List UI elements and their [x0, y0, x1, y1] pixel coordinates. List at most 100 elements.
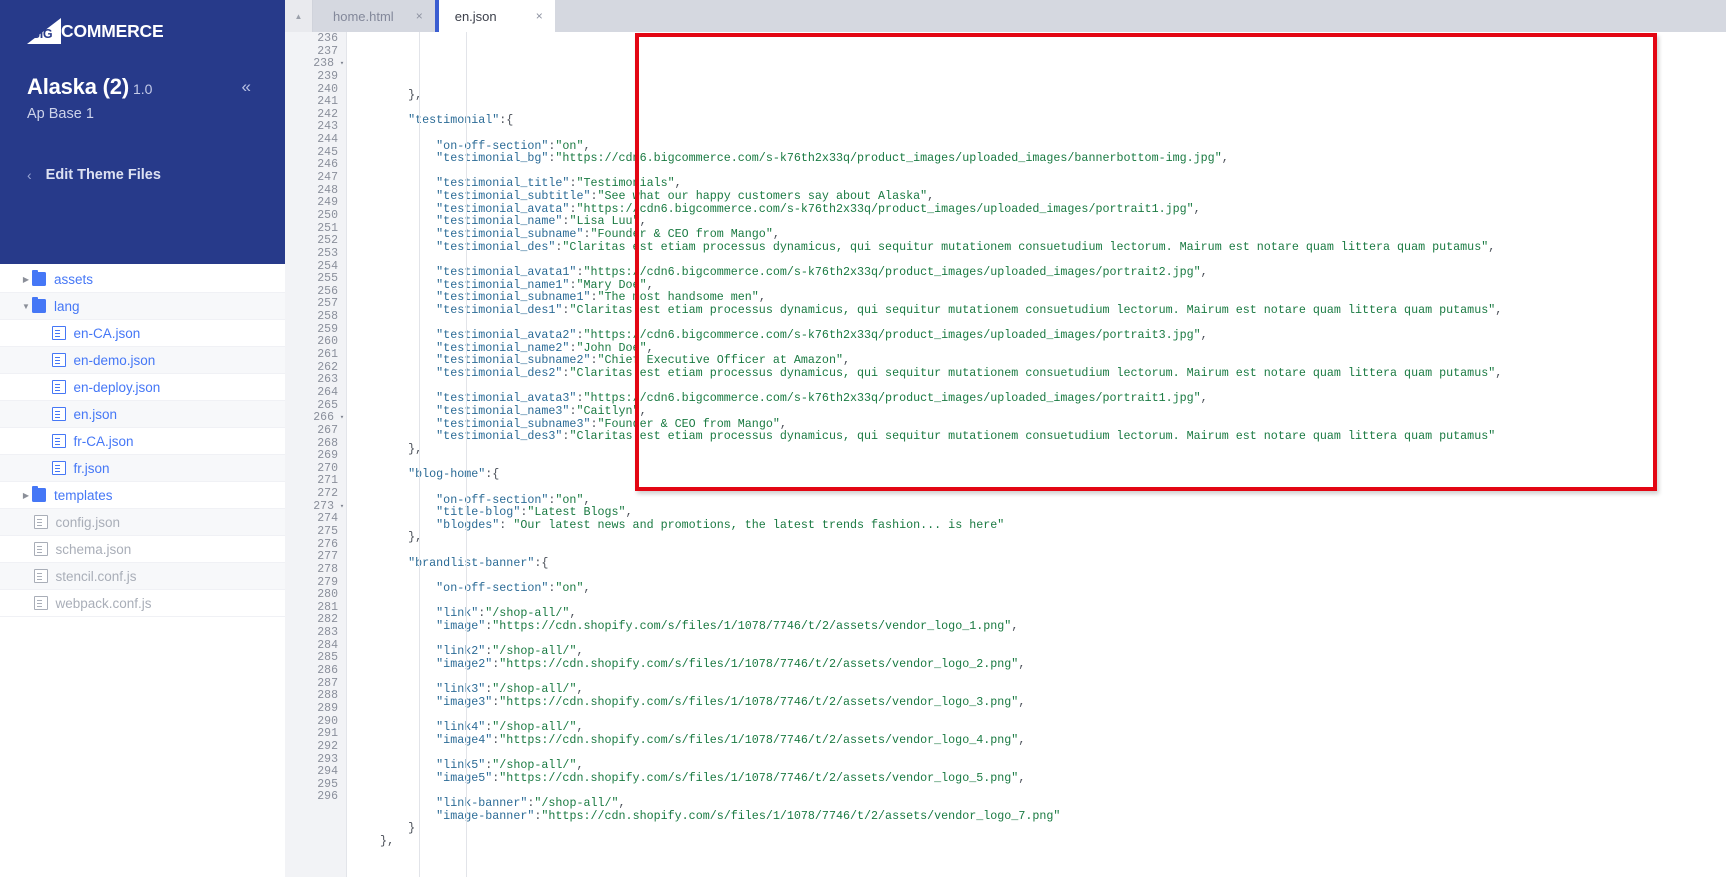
- tree-item-schema-json[interactable]: schema.json: [0, 536, 285, 563]
- line-number: 283: [317, 626, 338, 640]
- folder-icon: [32, 296, 46, 313]
- file-icon: [51, 407, 66, 421]
- tree-item-label: webpack.conf.js: [55, 595, 152, 611]
- code-line: "image3":"https://cdn.shopify.com/s/file…: [436, 694, 1026, 709]
- tree-item-en-json[interactable]: en.json: [0, 401, 285, 428]
- tree-item-templates[interactable]: ▶ templates: [0, 482, 285, 509]
- tree-item-label: templates: [54, 487, 113, 503]
- line-number: 261: [317, 348, 338, 362]
- code-line: "brandlist-banner":{: [408, 555, 549, 570]
- tree-item-label: schema.json: [55, 541, 132, 557]
- line-number: 239: [317, 69, 338, 83]
- file-icon: [33, 569, 48, 583]
- line-number: 292: [317, 739, 338, 753]
- sidebar: BIG COMMERCE Alaska (2) 1.0 Ap Base 1 « ‹…: [0, 0, 285, 877]
- code-editor[interactable]: 236 237 238 ▾ 239 240 241 242 243 244 245 246 247 248…: [285, 32, 1726, 877]
- line-number: 241: [317, 95, 338, 109]
- editor-pane: ▲ home.html × en.json × 236 237 238 ▾ 239 240 241…: [285, 0, 1726, 877]
- tab-close-icon[interactable]: ×: [536, 9, 543, 23]
- line-number: 255: [317, 272, 338, 286]
- folder-icon: [32, 485, 46, 502]
- code-line: "image":"https://cdn.shopify.com/s/files…: [436, 618, 1019, 633]
- code-line: }: [352, 821, 416, 836]
- line-number-gutter: 236 237 238 ▾ 239 240 241 242 243 244 245 246 247 248…: [285, 32, 347, 877]
- chevron-left-icon: ‹: [27, 167, 32, 183]
- line-number: 278: [317, 562, 338, 576]
- tree-item-en-ca-json[interactable]: en-CA.json: [0, 320, 285, 347]
- code-line: "image4":"https://cdn.shopify.com/s/file…: [436, 732, 1026, 747]
- tab-close-icon[interactable]: ×: [416, 9, 423, 23]
- edit-theme-files-link[interactable]: ‹ Edit Theme Files: [27, 167, 161, 183]
- line-number: 272: [317, 487, 338, 501]
- theme-name: Alaska (2): [27, 74, 129, 99]
- theme-subtitle: Ap Base 1: [27, 106, 94, 122]
- tree-item-webpack-conf-js[interactable]: webpack.conf.js: [0, 590, 285, 617]
- collapse-sidebar-icon[interactable]: «: [242, 78, 251, 95]
- tree-item-fr-ca-json[interactable]: fr-CA.json: [0, 428, 285, 455]
- code-line: "blog-home":{: [408, 467, 500, 482]
- gutter-collapse-icon[interactable]: ▲: [285, 0, 313, 32]
- line-number: 291: [317, 727, 338, 741]
- line-number: 250: [317, 208, 338, 222]
- editor-tab-home-html[interactable]: home.html ×: [313, 0, 435, 32]
- code-line: "testimonial_des2":"Claritas est etiam p…: [436, 366, 1503, 381]
- line-number: 277: [317, 550, 338, 564]
- code-line: },: [352, 530, 423, 545]
- code-line: },: [352, 441, 423, 456]
- line-number: 296: [317, 790, 338, 804]
- line-number: 267: [317, 423, 338, 437]
- code-line: "on-off-section":"on",: [436, 580, 591, 595]
- tree-item-label: fr-CA.json: [73, 433, 134, 449]
- theme-file-editor-page: BIG COMMERCE Alaska (2) 1.0 Ap Base 1 « ‹…: [0, 0, 1726, 877]
- fold-toggle-icon[interactable]: ▾: [338, 412, 346, 425]
- code-content[interactable]: }, "testimonial":{ "on-off-section":"on"…: [347, 32, 1726, 877]
- tree-item-assets[interactable]: ▶ assets: [0, 266, 285, 293]
- theme-title-row: Alaska (2) 1.0: [27, 74, 152, 100]
- line-number: 264: [317, 385, 338, 399]
- code-line: "blogdes": "Our latest news and promotio…: [436, 517, 1005, 532]
- code-line: },: [352, 833, 395, 848]
- tree-item-label: assets: [54, 271, 94, 287]
- fold-toggle-icon[interactable]: ▾: [338, 501, 346, 514]
- line-number: 269: [317, 449, 338, 463]
- line-number: 280: [317, 588, 338, 602]
- tree-item-config-json[interactable]: config.json: [0, 509, 285, 536]
- logo-wordmark: COMMERCE: [61, 21, 164, 41]
- sidebar-header: BIG COMMERCE Alaska (2) 1.0 Ap Base 1 « ‹…: [0, 0, 285, 264]
- code-line: "testimonial_des3":"Claritas est etiam p…: [436, 429, 1496, 444]
- line-number: 275: [317, 524, 338, 538]
- tree-item-label: en.json: [73, 406, 118, 422]
- editor-tab-en-json[interactable]: en.json ×: [434, 0, 555, 32]
- fold-toggle-icon[interactable]: ▾: [338, 58, 346, 71]
- tree-item-fr-json[interactable]: fr.json: [0, 455, 285, 482]
- tree-item-label: stencil.conf.js: [55, 568, 137, 584]
- file-icon: [33, 596, 48, 610]
- tree-item-label: fr.json: [73, 460, 110, 476]
- file-icon: [51, 434, 66, 448]
- folder-icon: [32, 269, 46, 286]
- tree-item-stencil-conf-js[interactable]: stencil.conf.js: [0, 563, 285, 590]
- theme-version: 1.0: [132, 81, 153, 97]
- edit-theme-files-label: Edit Theme Files: [45, 167, 161, 183]
- tree-item-label: en-deploy.json: [73, 379, 161, 395]
- code-line: "testimonial_des1":"Claritas est etiam p…: [436, 302, 1503, 317]
- line-number: 236: [317, 32, 338, 45]
- editor-tabbar: ▲ home.html × en.json ×: [285, 0, 1726, 32]
- caret-right-icon[interactable]: ▶: [20, 275, 32, 284]
- file-icon: [51, 353, 66, 367]
- caret-down-icon[interactable]: ▼: [20, 302, 32, 311]
- code-line: "testimonial":{: [408, 113, 514, 128]
- file-icon: [51, 380, 66, 394]
- tree-item-en-deploy-json[interactable]: en-deploy.json: [0, 374, 285, 401]
- line-number: 266 ▾: [313, 411, 346, 425]
- tab-label: home.html: [333, 8, 394, 24]
- tree-item-lang[interactable]: ▼ lang: [0, 293, 285, 320]
- line-number: 294: [317, 765, 338, 779]
- caret-right-icon[interactable]: ▶: [20, 491, 32, 500]
- tree-item-en-demo-json[interactable]: en-demo.json: [0, 347, 285, 374]
- line-number: 289: [317, 701, 338, 715]
- theme-info: Alaska (2) 1.0 Ap Base 1: [27, 74, 152, 122]
- tree-item-label: en-demo.json: [73, 352, 156, 368]
